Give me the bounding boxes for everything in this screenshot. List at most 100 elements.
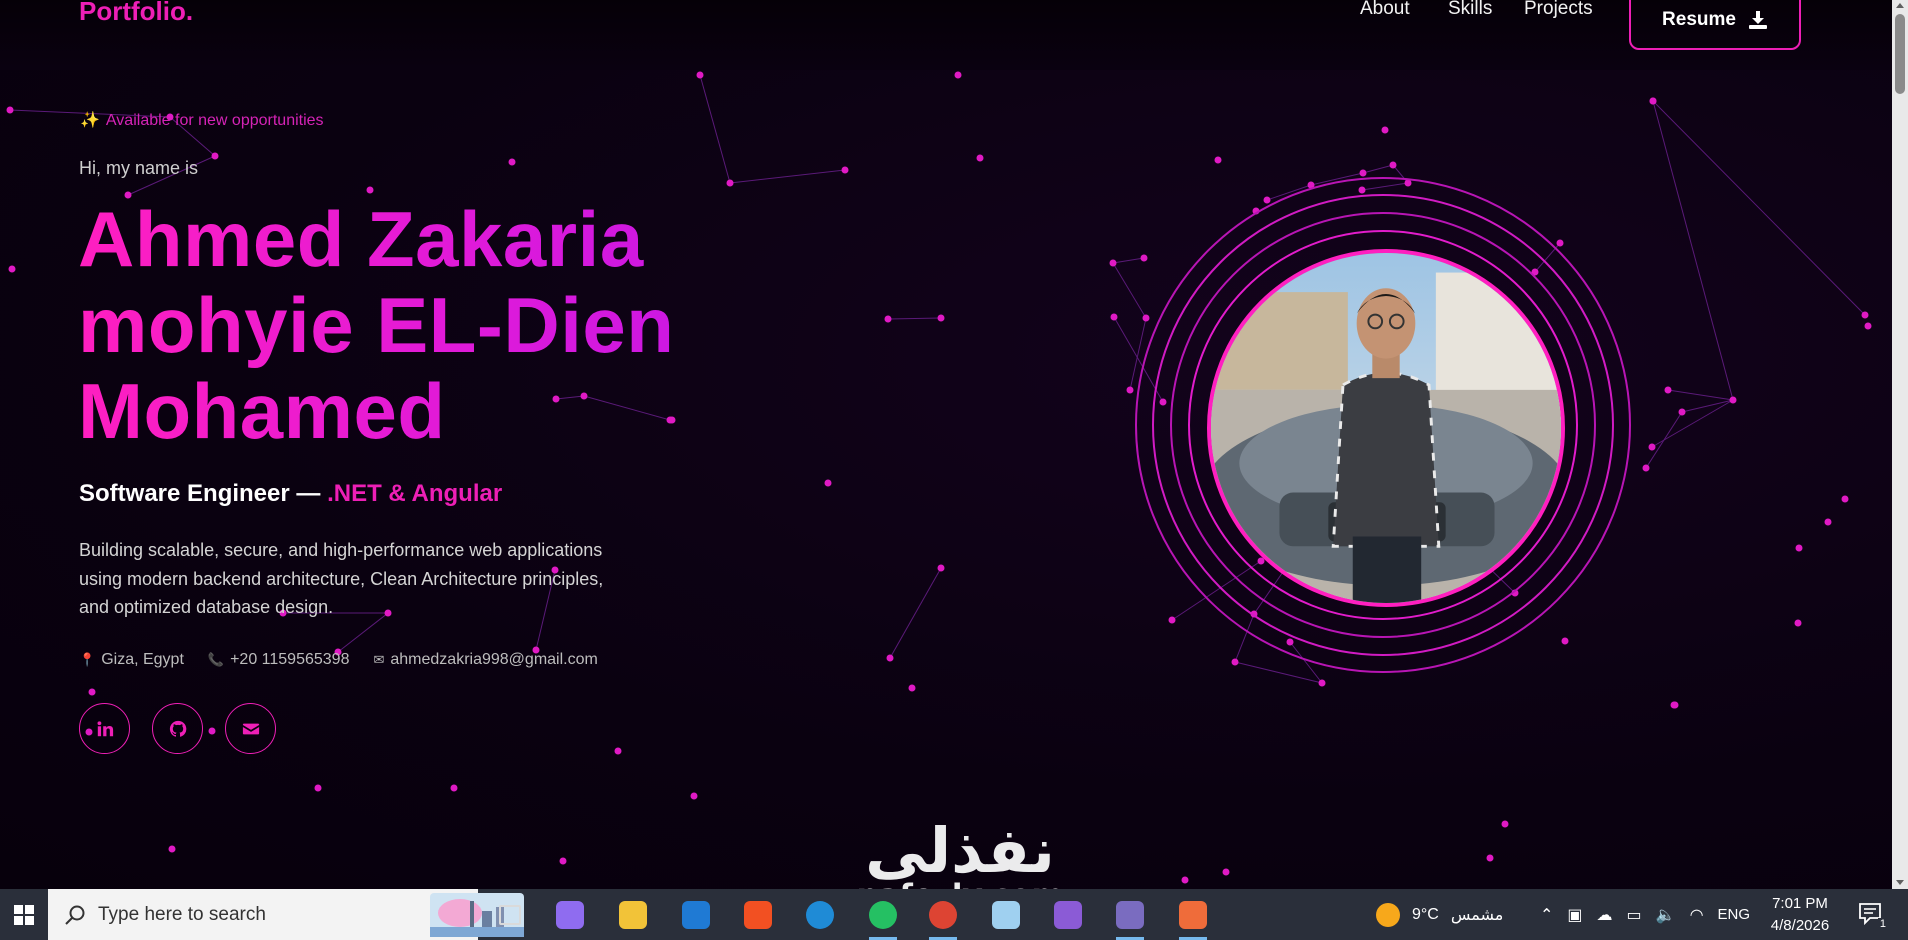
particle-link [887,317,942,320]
start-button[interactable] [0,889,48,940]
particle-dot [211,152,219,160]
visual-studio-taskbar-button[interactable] [1050,897,1086,933]
profile-photo-illustration [1211,253,1561,603]
particle-dot [88,688,96,696]
particle-dot [937,314,945,322]
particle-dot [450,784,458,792]
github-button[interactable] [152,703,203,754]
sun-icon [1376,902,1400,927]
particle-dot [168,845,176,853]
nav-link-about[interactable]: About [1360,0,1410,20]
linkedin-button[interactable] [79,703,130,754]
copilot-taskbar-button[interactable] [552,897,588,933]
store-icon [744,901,772,929]
resume-button[interactable]: Resume [1629,0,1801,50]
page-scrollbar[interactable] [1892,0,1908,889]
particle-dot [908,684,916,692]
task-view-icon [499,905,521,925]
particle-dot [1222,868,1230,876]
notification-center-button[interactable]: 1 [1858,901,1888,930]
scroll-down-arrow-icon[interactable] [1896,880,1904,885]
postman-taskbar-button[interactable] [1175,897,1211,940]
contact-info: 📍 Giza, Egypt 📞 +20 1159565398 ✉ ahmedza… [79,651,598,669]
terminal-taskbar-button[interactable] [1112,897,1148,940]
task-view-taskbar-button[interactable] [492,897,528,933]
terminal-icon [1116,901,1144,929]
particle-dot [8,265,16,273]
watermark-arabic: نفذلى [865,814,1055,887]
email-text: ahmedzakria998@gmail.com [390,651,598,668]
particle-dot [1795,544,1803,552]
particle-link [729,169,846,184]
volume-icon[interactable]: 🔈 [1656,905,1676,925]
profile-photo [1207,249,1565,607]
navbar: Portfolio. About Skills Projects Resume [0,0,1892,70]
particle-dot [1841,495,1849,503]
particle-link [1652,100,1866,316]
edge-taskbar-button[interactable] [802,897,838,933]
taskbar-search[interactable] [48,889,524,940]
envelope-icon [242,723,259,734]
particle-dot [1678,408,1686,416]
onedrive-icon[interactable]: ☁ [1597,905,1613,925]
wifi-icon[interactable]: ◠ [1690,905,1704,925]
notepad-icon [992,901,1020,929]
role-prefix: Software Engineer — [79,480,321,507]
whatsapp-taskbar-button[interactable] [865,897,901,940]
email-button[interactable] [225,703,276,754]
language-indicator[interactable]: ENG [1718,906,1751,923]
particle-dot [937,564,945,572]
copilot-icon [556,901,584,929]
phone-item[interactable]: 📞 +20 1159565398 [208,651,350,669]
battery-icon[interactable]: ▭ [1627,905,1642,925]
particle-dot [614,747,622,755]
particle-dot [726,179,734,187]
edge-icon [806,901,834,929]
greeting-text: Hi, my name is [79,158,199,178]
system-clock[interactable]: 7:01 PM 4/8/2026 [1755,893,1845,937]
file-explorer-taskbar-button[interactable] [615,897,651,933]
weather-widget[interactable]: 9°C مشمس [1376,889,1503,940]
site-logo[interactable]: Portfolio. [79,0,193,27]
phone-text: +20 1159565398 [230,651,350,668]
nav-link-projects[interactable]: Projects [1524,0,1593,20]
particle-dot [366,186,374,194]
store-taskbar-button[interactable] [740,897,776,933]
particle-dot [1501,820,1509,828]
particle-dot [1389,161,1397,169]
search-input[interactable] [98,903,378,926]
envelope-small-icon: ✉ [373,652,385,667]
location-pin-icon: 📍 [79,652,96,667]
particle-dot [1794,619,1802,627]
particle-dot [1824,518,1832,526]
meet-now-icon[interactable]: ▣ [1567,905,1582,925]
role-accent: .NET & Angular [327,480,503,507]
particle-dot [841,166,849,174]
search-icon [65,905,85,925]
chrome-icon [929,901,957,929]
particle-dot [976,154,984,162]
particle-dot [508,158,516,166]
postman-icon [1179,901,1207,929]
scroll-up-arrow-icon[interactable] [1896,3,1904,8]
phone-icon: 📞 [207,652,225,667]
particle-dot [559,857,567,865]
portfolio-page: Portfolio. About Skills Projects Resume … [0,0,1908,889]
github-icon [169,720,186,737]
taskbar: 9°C مشمس ⌃ ▣ ☁ ▭ 🔈 ◠ ENG 7:01 PM 4/8/202… [0,889,1908,940]
scrollbar-thumb[interactable] [1895,14,1905,94]
particle-dot [954,71,962,79]
nav-link-skills[interactable]: Skills [1448,0,1492,20]
chrome-taskbar-button[interactable] [925,897,961,940]
watermark: نفذلى nafezly.com [845,814,1075,890]
watermark-latin: nafezly.com [845,878,1075,889]
particle-dot [1181,876,1189,884]
windows-logo-icon [14,904,34,925]
chevron-up-icon[interactable]: ⌃ [1540,905,1553,925]
clock-time: 7:01 PM [1772,895,1828,912]
particle-link [1667,389,1734,401]
outlook-taskbar-button[interactable] [678,897,714,933]
email-item[interactable]: ✉ ahmedzakria998@gmail.com [373,651,597,669]
particle-dot [314,784,322,792]
notepad-taskbar-button[interactable] [988,897,1024,933]
